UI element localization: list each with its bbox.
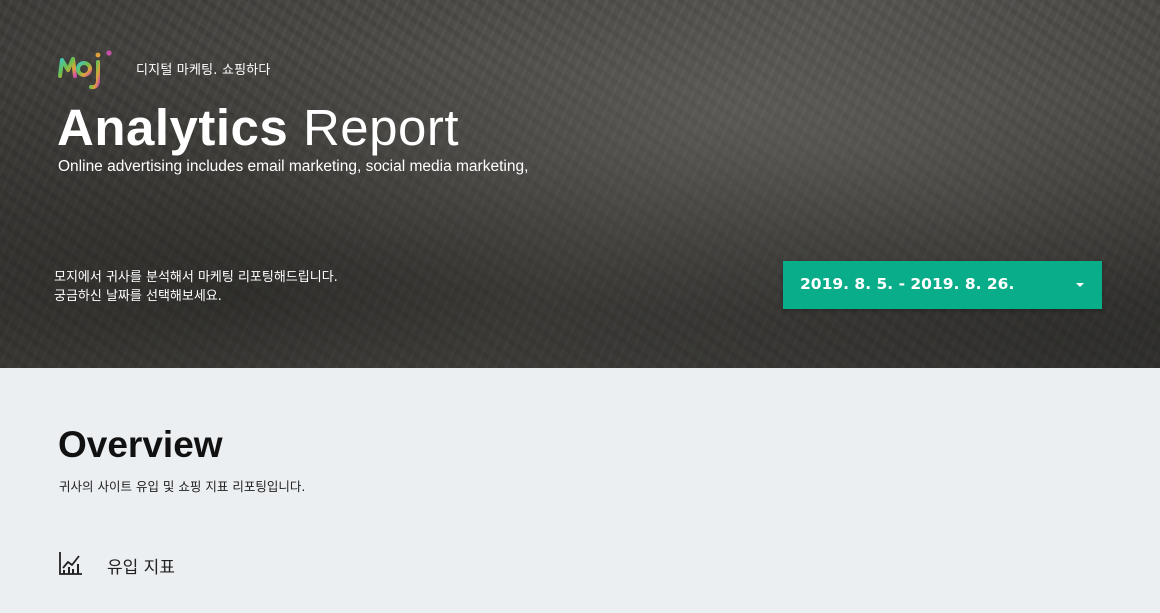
page-subtitle: Online advertising includes email market… <box>58 158 529 175</box>
section-title-traffic: 유입 지표 <box>107 558 175 578</box>
title-bold: Analytics <box>57 99 289 156</box>
moji-logo <box>58 50 112 90</box>
overview-heading: Overview <box>58 424 223 465</box>
date-range-dropdown[interactable]: 2019. 8. 5. - 2019. 8. 26. <box>783 261 1102 309</box>
tagline: 디지털 마케팅. 쇼핑하다 <box>136 63 271 78</box>
overview-description: 귀사의 사이트 유입 및 쇼핑 지표 리포팅입니다. <box>59 479 306 494</box>
page-title: Analytics Report <box>57 98 459 158</box>
intro-text: 모지에서 귀사를 분석해서 마케팅 리포팅해드립니다. 궁금하신 날짜를 선택해… <box>54 268 338 306</box>
intro-line-1: 모지에서 귀사를 분석해서 마케팅 리포팅해드립니다. <box>54 270 338 285</box>
title-light: Report <box>302 99 460 156</box>
line-chart-icon <box>59 552 82 575</box>
intro-line-2: 궁금하신 날짜를 선택해보세요. <box>54 289 222 304</box>
chevron-down-icon <box>1076 283 1084 287</box>
date-range-value: 2019. 8. 5. - 2019. 8. 26. <box>800 275 1015 293</box>
hero-banner: 디지털 마케팅. 쇼핑하다 Analytics Report Online ad… <box>0 0 1160 368</box>
